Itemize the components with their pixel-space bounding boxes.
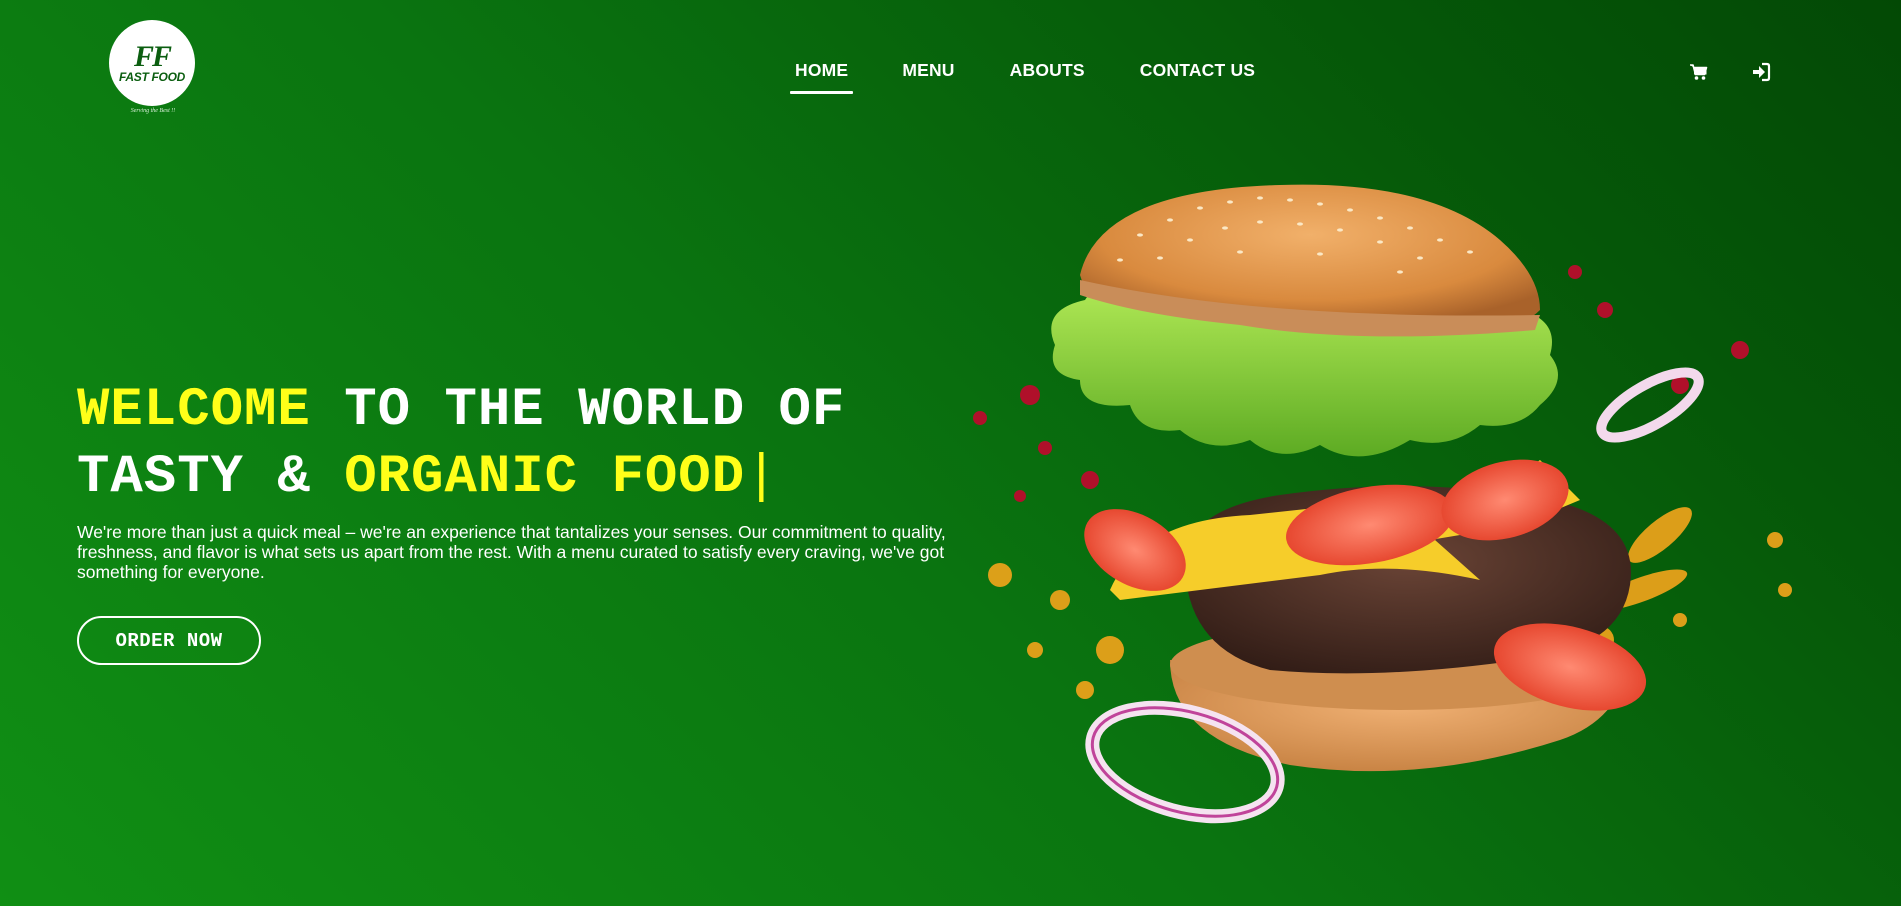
order-now-button[interactable]: ORDER NOW xyxy=(77,616,261,665)
hero-description: We're more than just a quick meal – we'r… xyxy=(77,522,946,582)
logo-tagline: Serving the Best !! xyxy=(130,108,176,114)
typing-cursor: | xyxy=(745,447,779,508)
logo-name: FAST FOOD xyxy=(119,69,185,84)
login-icon[interactable] xyxy=(1751,62,1771,82)
brand-logo[interactable]: FF FAST FOOD xyxy=(109,20,195,106)
nav-abouts[interactable]: ABOUTS xyxy=(1010,60,1085,81)
nav-home[interactable]: HOME xyxy=(790,60,854,94)
burger-image xyxy=(973,184,1792,824)
cart-icon[interactable] xyxy=(1689,62,1709,82)
nav-contact-us[interactable]: CONTACT US xyxy=(1140,60,1255,81)
headline-world-of: TO THE WORLD OF xyxy=(310,380,846,441)
hero-headline: WELCOME TO THE WORLD OF TASTY & ORGANIC … xyxy=(77,377,957,511)
headline-organic-food: ORGANIC FOOD xyxy=(344,447,746,508)
nav-menu[interactable]: MENU xyxy=(902,60,954,81)
headline-tasty: TASTY & xyxy=(77,447,345,508)
logo-mark: FF xyxy=(133,39,172,73)
main-nav: HOME MENU ABOUTS CONTACT US xyxy=(790,60,1255,94)
headline-welcome: WELCOME xyxy=(77,380,311,441)
